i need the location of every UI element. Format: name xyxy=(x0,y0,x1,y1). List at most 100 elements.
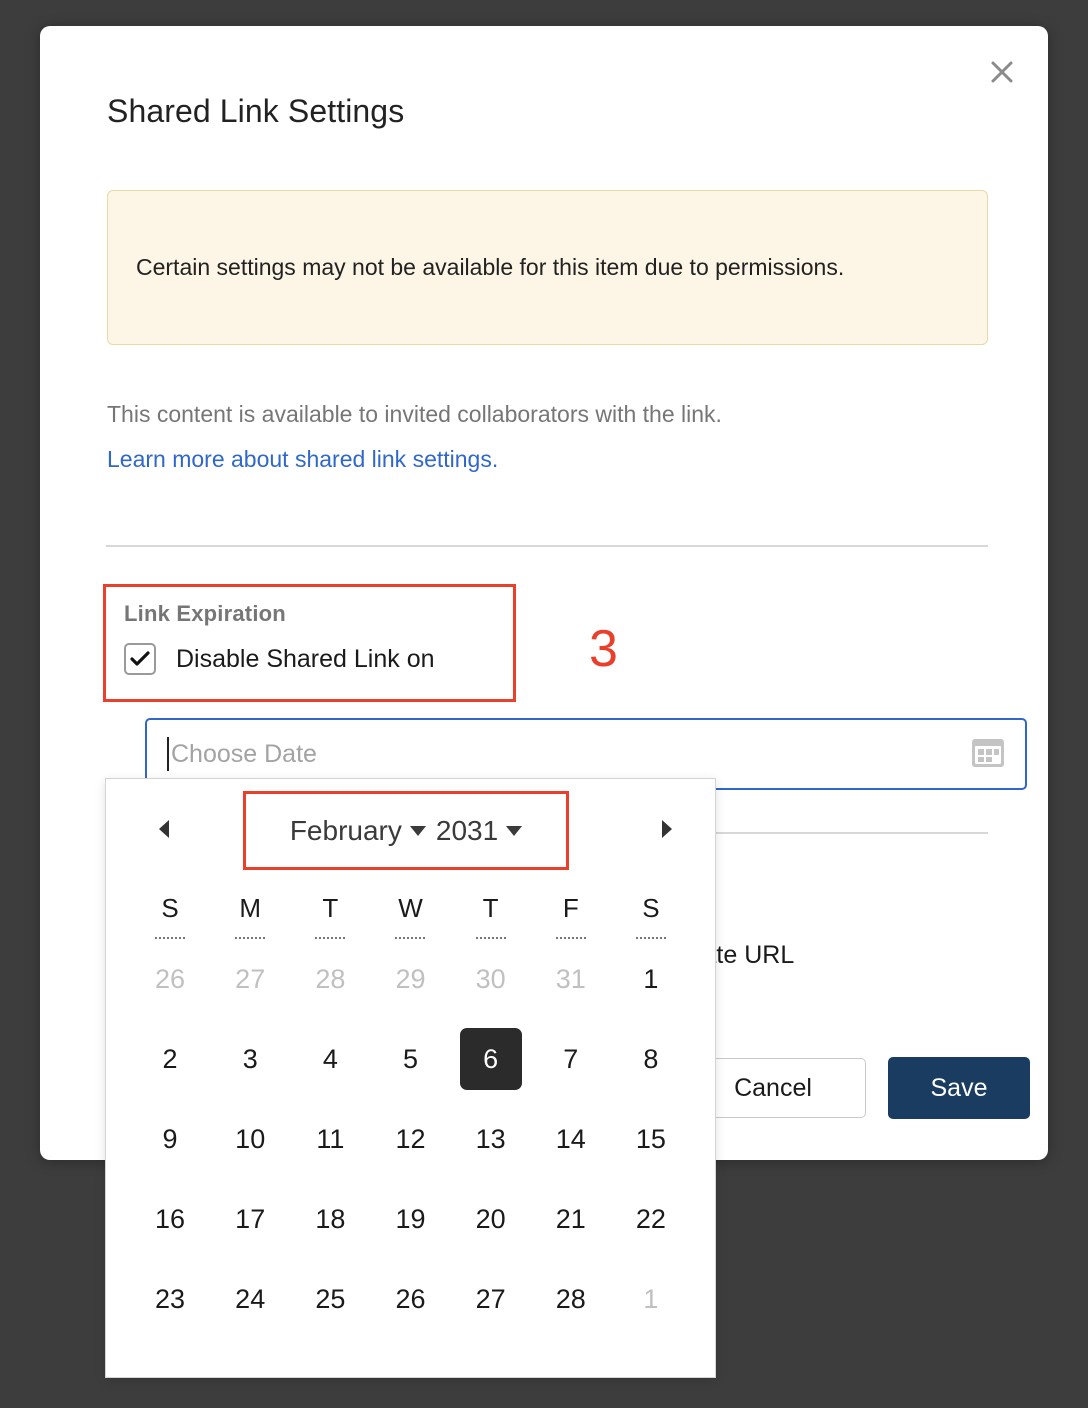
calendar-day-label: 27 xyxy=(475,1283,506,1314)
calendar-day-label: 9 xyxy=(162,1123,178,1154)
calendar-day-1[interactable]: 1 xyxy=(611,939,691,1019)
calendar-weekday-row: SMTWTFS xyxy=(130,879,691,939)
close-icon[interactable] xyxy=(980,50,1024,94)
calendar-icon[interactable] xyxy=(971,736,1005,773)
calendar-week-row: 9 10 11 12 13 14 15 xyxy=(130,1099,691,1179)
calendar-day-27[interactable]: 27 xyxy=(451,1259,531,1339)
calendar-day-label: 29 xyxy=(395,963,426,994)
calendar-day-22[interactable]: 22 xyxy=(611,1179,691,1259)
chevron-right-icon[interactable] xyxy=(647,809,687,849)
calendar-day-label: 6 xyxy=(459,1028,522,1090)
calendar-day-11[interactable]: 11 xyxy=(290,1099,370,1179)
year-select[interactable]: 2031 xyxy=(435,814,523,847)
calendar-day-25[interactable]: 25 xyxy=(290,1259,370,1339)
calendar-day-26[interactable]: 26 xyxy=(370,1259,450,1339)
calendar-day-10[interactable]: 10 xyxy=(210,1099,290,1179)
calendar-day-3[interactable]: 3 xyxy=(210,1019,290,1099)
calendar-day-label: 4 xyxy=(322,1043,338,1074)
divider-top xyxy=(106,545,988,547)
calendar-day-4[interactable]: 4 xyxy=(290,1019,370,1099)
calendar-day-label: 14 xyxy=(555,1123,586,1154)
calendar-grid: SMTWTFS 26 27 28 29 30 31 1 2 3 4 5 6 7 8 9 10 11 12 13 14 1… xyxy=(106,879,715,1339)
calendar-day-24[interactable]: 24 xyxy=(210,1259,290,1339)
chevron-left-icon[interactable] xyxy=(144,809,184,849)
date-picker-popup: February 2031 4 SMTWTFS 2627282930311234… xyxy=(105,778,716,1378)
calendar-day-21[interactable]: 21 xyxy=(531,1179,611,1259)
link-expiration-label: Link Expiration xyxy=(124,601,286,626)
page-title: Shared Link Settings xyxy=(107,93,405,129)
calendar-day-29-adjacent[interactable]: 29 xyxy=(370,939,450,1019)
calendar-day-8[interactable]: 8 xyxy=(611,1019,691,1099)
calendar-week-row: 2 3 4 5 6 7 8 xyxy=(130,1019,691,1099)
disable-shared-link-checkbox[interactable] xyxy=(124,643,156,675)
description-text: This content is available to invited col… xyxy=(107,401,722,427)
calendar-weekday-sunday: S xyxy=(155,879,186,939)
calendar-day-31-adjacent[interactable]: 31 xyxy=(531,939,611,1019)
calendar-weekday-monday: M xyxy=(235,879,266,939)
calendar-day-label: 10 xyxy=(235,1123,266,1154)
calendar-day-7[interactable]: 7 xyxy=(531,1019,611,1099)
calendar-day-label: 17 xyxy=(235,1203,266,1234)
calendar-day-label: 8 xyxy=(643,1043,659,1074)
save-button[interactable]: Save xyxy=(888,1057,1030,1119)
disable-shared-link-row[interactable]: Disable Shared Link on xyxy=(124,643,495,675)
link-expiration-section: Link Expiration Disable Shared Link on xyxy=(103,584,516,702)
calendar-weekday-tuesday: T xyxy=(315,879,346,939)
year-label: 2031 xyxy=(435,814,499,846)
chevron-down-icon xyxy=(506,825,523,836)
calendar-day-28-adjacent[interactable]: 28 xyxy=(290,939,370,1019)
description-block: This content is available to invited col… xyxy=(107,392,987,482)
calendar-day-1-adjacent[interactable]: 1 xyxy=(611,1259,691,1339)
calendar-weeks: 26 27 28 29 30 31 1 2 3 4 5 6 7 8 9 10 11 12 13 14 15 16 17 18 1… xyxy=(130,939,691,1339)
calendar-day-9[interactable]: 9 xyxy=(130,1099,210,1179)
learn-more-link[interactable]: Learn more about shared link settings. xyxy=(107,437,987,482)
disable-shared-link-label[interactable]: Disable Shared Link on xyxy=(176,645,435,674)
calendar-day-23[interactable]: 23 xyxy=(130,1259,210,1339)
calendar-day-16[interactable]: 16 xyxy=(130,1179,210,1259)
calendar-day-label: 22 xyxy=(635,1203,666,1234)
calendar-day-label: 3 xyxy=(242,1043,258,1074)
permissions-warning-banner: Certain settings may not be available fo… xyxy=(107,190,988,345)
calendar-day-label: 26 xyxy=(395,1283,426,1314)
calendar-weekday-friday: F xyxy=(555,879,586,939)
calendar-day-13[interactable]: 13 xyxy=(451,1099,531,1179)
calendar-day-label: 28 xyxy=(555,1283,586,1314)
calendar-day-14[interactable]: 14 xyxy=(531,1099,611,1179)
calendar-day-27-adjacent[interactable]: 27 xyxy=(210,939,290,1019)
calendar-day-label: 12 xyxy=(395,1123,426,1154)
calendar-header: February 2031 xyxy=(106,779,715,879)
calendar-day-label: 26 xyxy=(155,963,186,994)
calendar-day-19[interactable]: 19 xyxy=(370,1179,450,1259)
calendar-week-row: 23 24 25 26 27 28 1 xyxy=(130,1259,691,1339)
calendar-day-label: 20 xyxy=(475,1203,506,1234)
calendar-day-label: 24 xyxy=(235,1283,266,1314)
calendar-week-row: 16 17 18 19 20 21 22 xyxy=(130,1179,691,1259)
calendar-day-label: 30 xyxy=(475,963,506,994)
month-label: February xyxy=(289,814,402,846)
calendar-day-label: 19 xyxy=(395,1203,426,1234)
calendar-day-6[interactable]: 6 xyxy=(451,1019,531,1099)
calendar-day-label: 13 xyxy=(475,1123,506,1154)
calendar-month-year-group: February 2031 xyxy=(243,791,569,870)
calendar-day-label: 2 xyxy=(162,1043,178,1074)
calendar-weekday-thursday: T xyxy=(475,879,506,939)
calendar-day-15[interactable]: 15 xyxy=(611,1099,691,1179)
calendar-day-label: 28 xyxy=(315,963,346,994)
calendar-day-2[interactable]: 2 xyxy=(130,1019,210,1099)
calendar-day-5[interactable]: 5 xyxy=(370,1019,450,1099)
calendar-day-label: 16 xyxy=(155,1203,186,1234)
month-select[interactable]: February xyxy=(290,815,426,847)
calendar-day-18[interactable]: 18 xyxy=(290,1179,370,1259)
modal-footer-buttons: Cancel Save xyxy=(680,1057,1030,1119)
calendar-day-26-adjacent[interactable]: 26 xyxy=(130,939,210,1019)
calendar-day-20[interactable]: 20 xyxy=(451,1179,531,1259)
calendar-day-label: 21 xyxy=(555,1203,586,1234)
calendar-day-30-adjacent[interactable]: 30 xyxy=(451,939,531,1019)
calendar-day-label: 15 xyxy=(635,1123,666,1154)
calendar-day-label: 27 xyxy=(235,963,266,994)
calendar-day-17[interactable]: 17 xyxy=(210,1179,290,1259)
calendar-day-28[interactable]: 28 xyxy=(531,1259,611,1339)
calendar-day-label: 18 xyxy=(315,1203,346,1234)
calendar-day-12[interactable]: 12 xyxy=(370,1099,450,1179)
expiration-date-placeholder: Choose Date xyxy=(171,739,317,768)
